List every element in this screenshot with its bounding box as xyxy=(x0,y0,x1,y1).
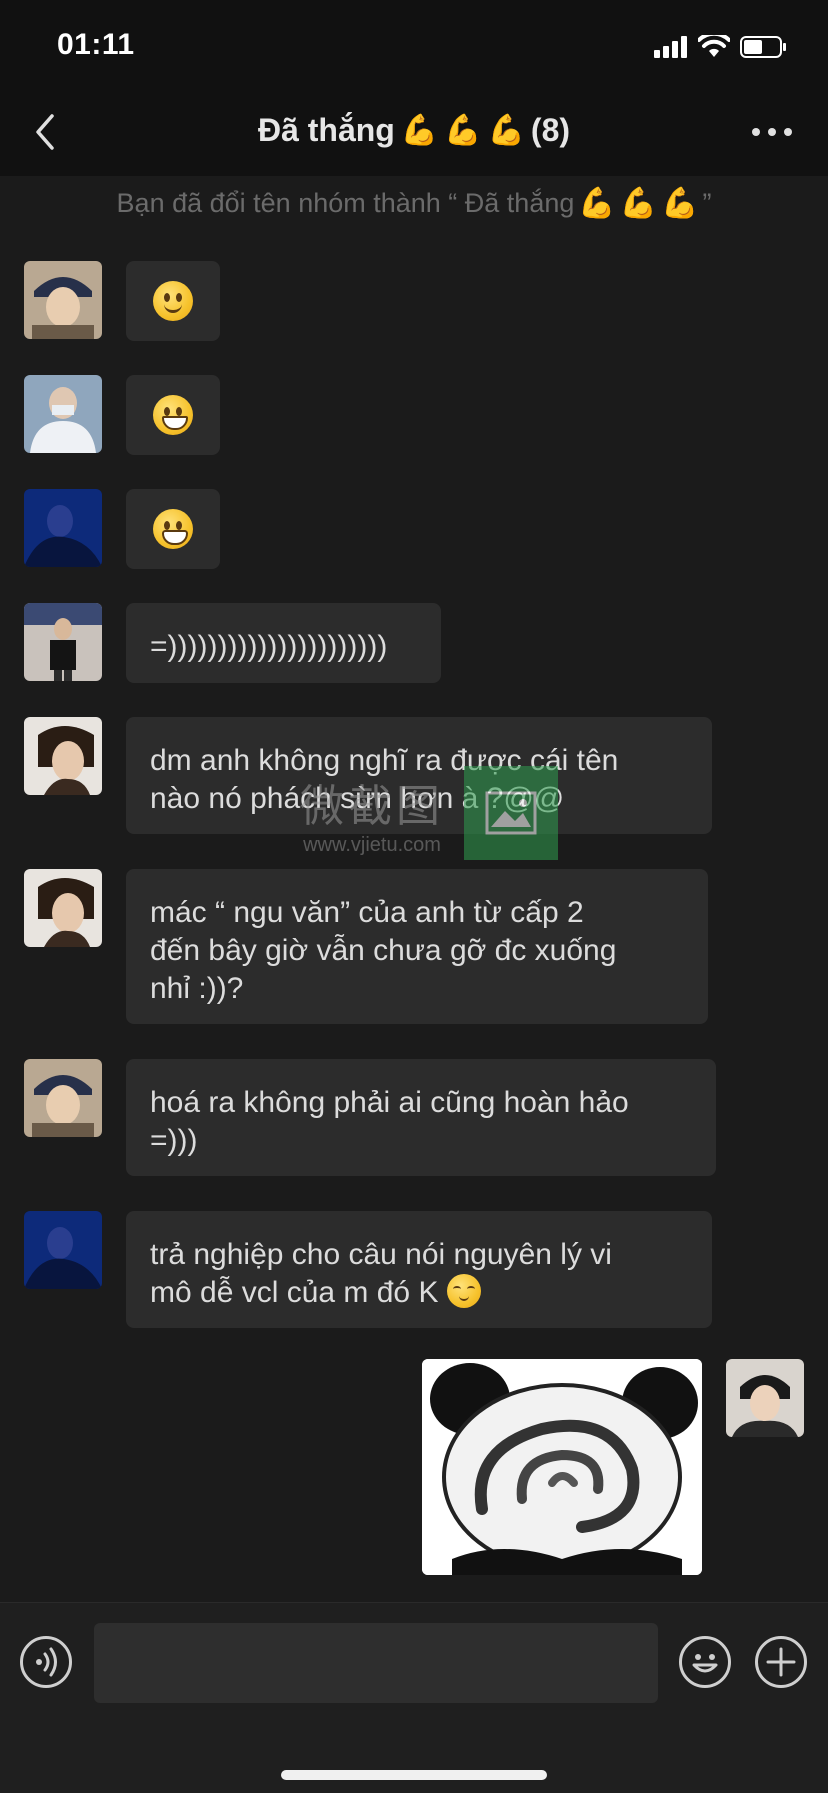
smiling-face-open-mouth-icon xyxy=(153,509,193,549)
emoji-picker-icon[interactable] xyxy=(679,1636,731,1688)
message-text: trả nghiệp cho câu nói nguyên lý vi xyxy=(150,1238,612,1271)
home-indicator[interactable] xyxy=(281,1770,547,1780)
message-row: mác “ ngu văn” của anh từ cấp 2 đến bây … xyxy=(24,869,708,1024)
battery-icon xyxy=(740,36,786,58)
voice-input-icon[interactable] xyxy=(20,1636,72,1688)
more-options-icon[interactable] xyxy=(750,120,794,144)
add-attachment-icon[interactable] xyxy=(755,1636,807,1688)
message-text: nhỉ :))? xyxy=(150,972,244,1005)
avatar[interactable] xyxy=(24,489,102,567)
chat-title: Đã thắng 💪 💪 💪 (8) xyxy=(0,112,828,149)
chat-area[interactable]: Bạn đã đổi tên nhóm thành “ Đã thắng 💪 💪… xyxy=(0,176,828,1602)
avatar[interactable] xyxy=(24,375,102,453)
group-name: Đã thắng xyxy=(257,112,395,148)
flexed-biceps-icon: 💪 xyxy=(578,186,616,220)
message-text: =))) xyxy=(150,1124,198,1157)
system-message: Bạn đã đổi tên nhóm thành “ Đã thắng 💪 💪… xyxy=(116,186,712,220)
avatar[interactable] xyxy=(24,261,102,339)
member-count: (8) xyxy=(530,112,571,148)
avatar[interactable] xyxy=(24,1059,102,1137)
wifi-icon xyxy=(698,35,730,57)
grinning-face-icon xyxy=(153,395,193,435)
message-row: trả nghiệp cho câu nói nguyên lý vi mô d… xyxy=(24,1211,712,1328)
signal-icon xyxy=(654,36,687,58)
message-text: dm anh không nghĩ ra được cái tên xyxy=(150,744,619,777)
input-bar xyxy=(0,1602,828,1793)
my-avatar[interactable] xyxy=(726,1359,804,1437)
message-row-self xyxy=(422,1359,804,1575)
message-bubble[interactable] xyxy=(126,375,220,455)
avatar[interactable] xyxy=(24,1211,102,1289)
message-bubble[interactable]: trả nghiệp cho câu nói nguyên lý vi mô d… xyxy=(126,1211,712,1328)
message-row xyxy=(24,375,220,455)
avatar[interactable] xyxy=(24,717,102,795)
message-row: =)))))))))))))))))))))) xyxy=(24,603,441,683)
message-row xyxy=(24,489,220,569)
flexed-biceps-icon: 💪 xyxy=(400,113,439,147)
relieved-face-icon xyxy=(446,1274,481,1308)
avatar[interactable] xyxy=(24,869,102,947)
panda-sticker[interactable] xyxy=(422,1359,702,1575)
message-text: mác “ ngu văn” của anh từ cấp 2 xyxy=(150,896,584,929)
status-icons xyxy=(654,32,788,62)
status-time: 01:11 xyxy=(57,28,135,61)
message-row: hoá ra không phải ai cũng hoàn hảo =))) xyxy=(24,1059,716,1176)
message-bubble[interactable]: mác “ ngu văn” của anh từ cấp 2 đến bây … xyxy=(126,869,708,1024)
message-bubble[interactable]: =)))))))))))))))))))))) xyxy=(126,603,441,683)
slightly-smiling-face-icon xyxy=(153,281,193,321)
flexed-biceps-icon: 💪 xyxy=(444,113,482,147)
message-bubble[interactable]: hoá ra không phải ai cũng hoàn hảo =))) xyxy=(126,1059,716,1176)
flexed-biceps-icon: 💪 xyxy=(487,113,525,147)
message-text: mô dễ vcl của m đó K xyxy=(150,1276,439,1309)
flexed-biceps-icon: 💪 xyxy=(619,186,658,220)
message-text: đến bây giờ vẫn chưa gỡ đc xuống xyxy=(150,934,617,967)
message-bubble[interactable] xyxy=(126,489,220,569)
avatar[interactable] xyxy=(24,603,102,681)
message-row: dm anh không nghĩ ra được cái tên nào nó… xyxy=(24,717,712,834)
message-text: nào nó phách sừn hơn à ?@@ xyxy=(150,782,565,815)
message-input[interactable] xyxy=(94,1623,658,1703)
message-text: =)))))))))))))))))))))) xyxy=(150,630,388,663)
status-bar: 01:11 xyxy=(0,0,828,90)
message-row xyxy=(24,261,220,341)
message-bubble[interactable] xyxy=(126,261,220,341)
message-text: hoá ra không phải ai cũng hoàn hảo xyxy=(150,1086,629,1119)
message-bubble[interactable]: dm anh không nghĩ ra được cái tên nào nó… xyxy=(126,717,712,834)
chat-header: Đã thắng 💪 💪 💪 (8) xyxy=(0,90,828,176)
watermark-url: www.vjietu.com xyxy=(303,833,441,856)
flexed-biceps-icon: 💪 xyxy=(661,186,699,220)
